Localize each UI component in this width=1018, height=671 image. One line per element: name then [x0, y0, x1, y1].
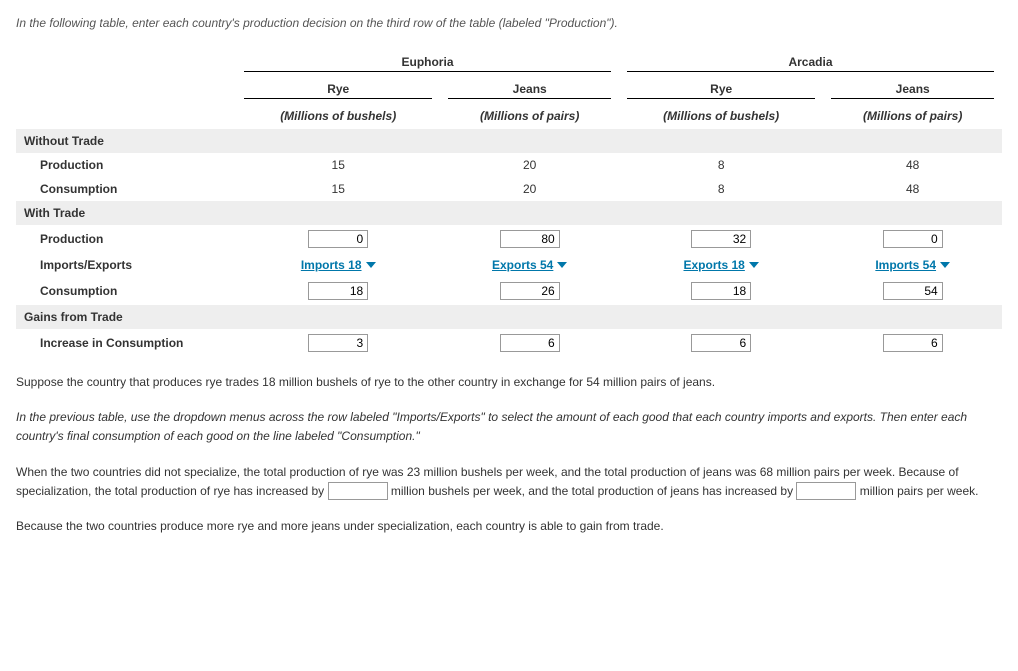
cell-wt-cons-c2g2: 48 — [823, 177, 1002, 201]
cell-wt-cons-c2g1: 8 — [619, 177, 823, 201]
instruction-top: In the following table, enter each count… — [16, 16, 1002, 30]
unit-header-2: (Millions of pairs) — [440, 104, 619, 129]
cell-wt-cons-c1g1: 15 — [236, 177, 440, 201]
dropdown-impexp-c2g1[interactable]: Exports 18 — [684, 258, 759, 272]
instruction-impexp: In the previous table, use the dropdown … — [16, 408, 1002, 446]
trade-table: Euphoria Arcadia Rye Jeans Rye Jeans (Mi… — [16, 50, 1002, 357]
section-gains: Gains from Trade — [16, 305, 1002, 329]
input-gain-c2g1[interactable] — [691, 334, 751, 352]
cell-wt-prod-c1g1: 15 — [236, 153, 440, 177]
cell-wt-cons-c1g2: 20 — [440, 177, 619, 201]
row-label-wt-consumption: Consumption — [16, 177, 236, 201]
p3-part-c: million pairs per week. — [856, 484, 978, 498]
input-t-prod-c1g1[interactable] — [308, 230, 368, 248]
unit-header-3: (Millions of bushels) — [619, 104, 823, 129]
good-header-c2g1: Rye — [627, 82, 815, 99]
unit-header-4: (Millions of pairs) — [823, 104, 1002, 129]
p3-part-b: million bushels per week, and the total … — [388, 484, 797, 498]
good-header-c2g2: Jeans — [831, 82, 994, 99]
section-with-trade: With Trade — [16, 201, 1002, 225]
caret-down-icon — [940, 262, 950, 268]
good-header-c1g1: Rye — [244, 82, 432, 99]
country-header-arcadia: Arcadia — [627, 55, 994, 72]
unit-header-1: (Millions of bushels) — [236, 104, 440, 129]
dropdown-label: Imports 18 — [301, 258, 362, 272]
cell-wt-prod-c2g1: 8 — [619, 153, 823, 177]
cell-wt-prod-c1g2: 20 — [440, 153, 619, 177]
row-label-t-production: Production — [16, 225, 236, 253]
input-t-prod-c1g2[interactable] — [500, 230, 560, 248]
dropdown-impexp-c2g2[interactable]: Imports 54 — [875, 258, 950, 272]
row-label-increase: Increase in Consumption — [16, 329, 236, 357]
country-header-euphoria: Euphoria — [244, 55, 611, 72]
dropdown-label: Imports 54 — [875, 258, 936, 272]
caret-down-icon — [366, 262, 376, 268]
section-without-trade: Without Trade — [16, 129, 1002, 153]
dropdown-label: Exports 54 — [492, 258, 553, 272]
input-rye-increase[interactable] — [328, 482, 388, 500]
input-gain-c1g2[interactable] — [500, 334, 560, 352]
input-t-cons-c1g2[interactable] — [500, 282, 560, 300]
cell-wt-prod-c2g2: 48 — [823, 153, 1002, 177]
paragraph-trade-scenario: Suppose the country that produces rye tr… — [16, 373, 1002, 392]
paragraph-specialization: When the two countries did not specializ… — [16, 463, 1002, 501]
input-t-prod-c2g1[interactable] — [691, 230, 751, 248]
good-header-c1g2: Jeans — [448, 82, 611, 99]
dropdown-impexp-c1g2[interactable]: Exports 54 — [492, 258, 567, 272]
row-label-imp-exp: Imports/Exports — [16, 253, 236, 277]
input-t-prod-c2g2[interactable] — [883, 230, 943, 248]
dropdown-label: Exports 18 — [684, 258, 745, 272]
caret-down-icon — [749, 262, 759, 268]
paragraph-conclusion: Because the two countries produce more r… — [16, 517, 1002, 536]
row-label-t-consumption: Consumption — [16, 277, 236, 305]
input-t-cons-c2g2[interactable] — [883, 282, 943, 300]
input-jeans-increase[interactable] — [796, 482, 856, 500]
caret-down-icon — [557, 262, 567, 268]
input-t-cons-c2g1[interactable] — [691, 282, 751, 300]
dropdown-impexp-c1g1[interactable]: Imports 18 — [301, 258, 376, 272]
row-label-wt-production: Production — [16, 153, 236, 177]
input-t-cons-c1g1[interactable] — [308, 282, 368, 300]
input-gain-c1g1[interactable] — [308, 334, 368, 352]
input-gain-c2g2[interactable] — [883, 334, 943, 352]
